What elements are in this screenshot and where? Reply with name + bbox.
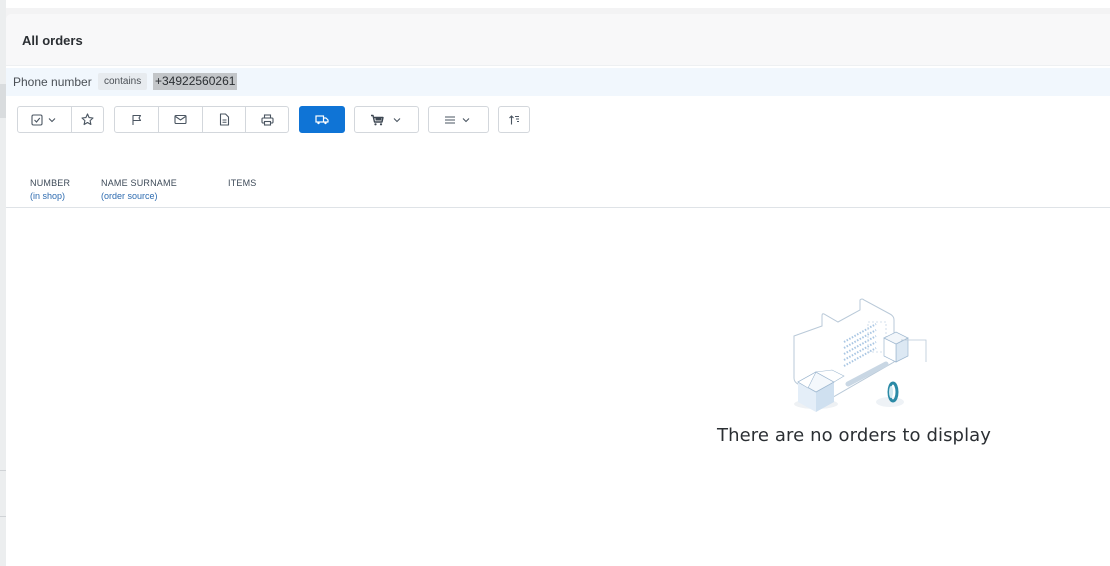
print-button[interactable] — [245, 107, 288, 132]
column-subheader-in-shop: (in shop) — [30, 191, 66, 201]
filter-field-label: Phone number — [13, 75, 92, 89]
table-header-divider — [6, 207, 1110, 208]
sort-icon — [509, 114, 519, 124]
orders-panel: All orders Phone number contains +349225… — [6, 14, 1110, 566]
top-strip — [0, 0, 1110, 8]
flag-icon — [131, 114, 141, 125]
favorite-button[interactable] — [71, 107, 103, 132]
truck-icon — [315, 115, 329, 125]
column-header-number[interactable]: NUMBER — [30, 178, 70, 188]
actions-button-group — [114, 106, 289, 133]
view-options-dropdown-button[interactable] — [428, 106, 489, 133]
cart-dropdown-button[interactable] — [354, 106, 419, 133]
selection-button-group — [17, 106, 104, 133]
column-header-items[interactable]: ITEMS — [228, 178, 257, 188]
menu-icon — [444, 115, 469, 124]
star-icon — [81, 113, 94, 126]
flag-button[interactable] — [115, 107, 158, 132]
select-dropdown-button[interactable] — [18, 107, 71, 132]
document-icon — [219, 113, 229, 126]
panel-header: All orders — [6, 14, 1110, 66]
shipping-button[interactable] — [299, 106, 345, 133]
checkbox-icon — [30, 113, 55, 126]
column-subheader-order-source: (order source) — [101, 191, 158, 201]
filter-value[interactable]: +34922560261 — [153, 73, 238, 90]
document-button[interactable] — [202, 107, 245, 132]
empty-state-message: There are no orders to display — [717, 425, 992, 446]
email-button[interactable] — [158, 107, 202, 132]
column-header-name-surname[interactable]: NAME SURNAME — [101, 178, 177, 188]
printer-icon — [260, 113, 274, 126]
empty-orders-illustration-icon — [793, 298, 927, 412]
sort-button[interactable] — [498, 106, 530, 133]
envelope-icon — [174, 114, 187, 125]
page-title: All orders — [22, 33, 83, 48]
active-filter-bar: Phone number contains +34922560261 — [6, 68, 1110, 96]
filter-operator[interactable]: contains — [98, 73, 148, 90]
cart-icon — [370, 114, 400, 125]
